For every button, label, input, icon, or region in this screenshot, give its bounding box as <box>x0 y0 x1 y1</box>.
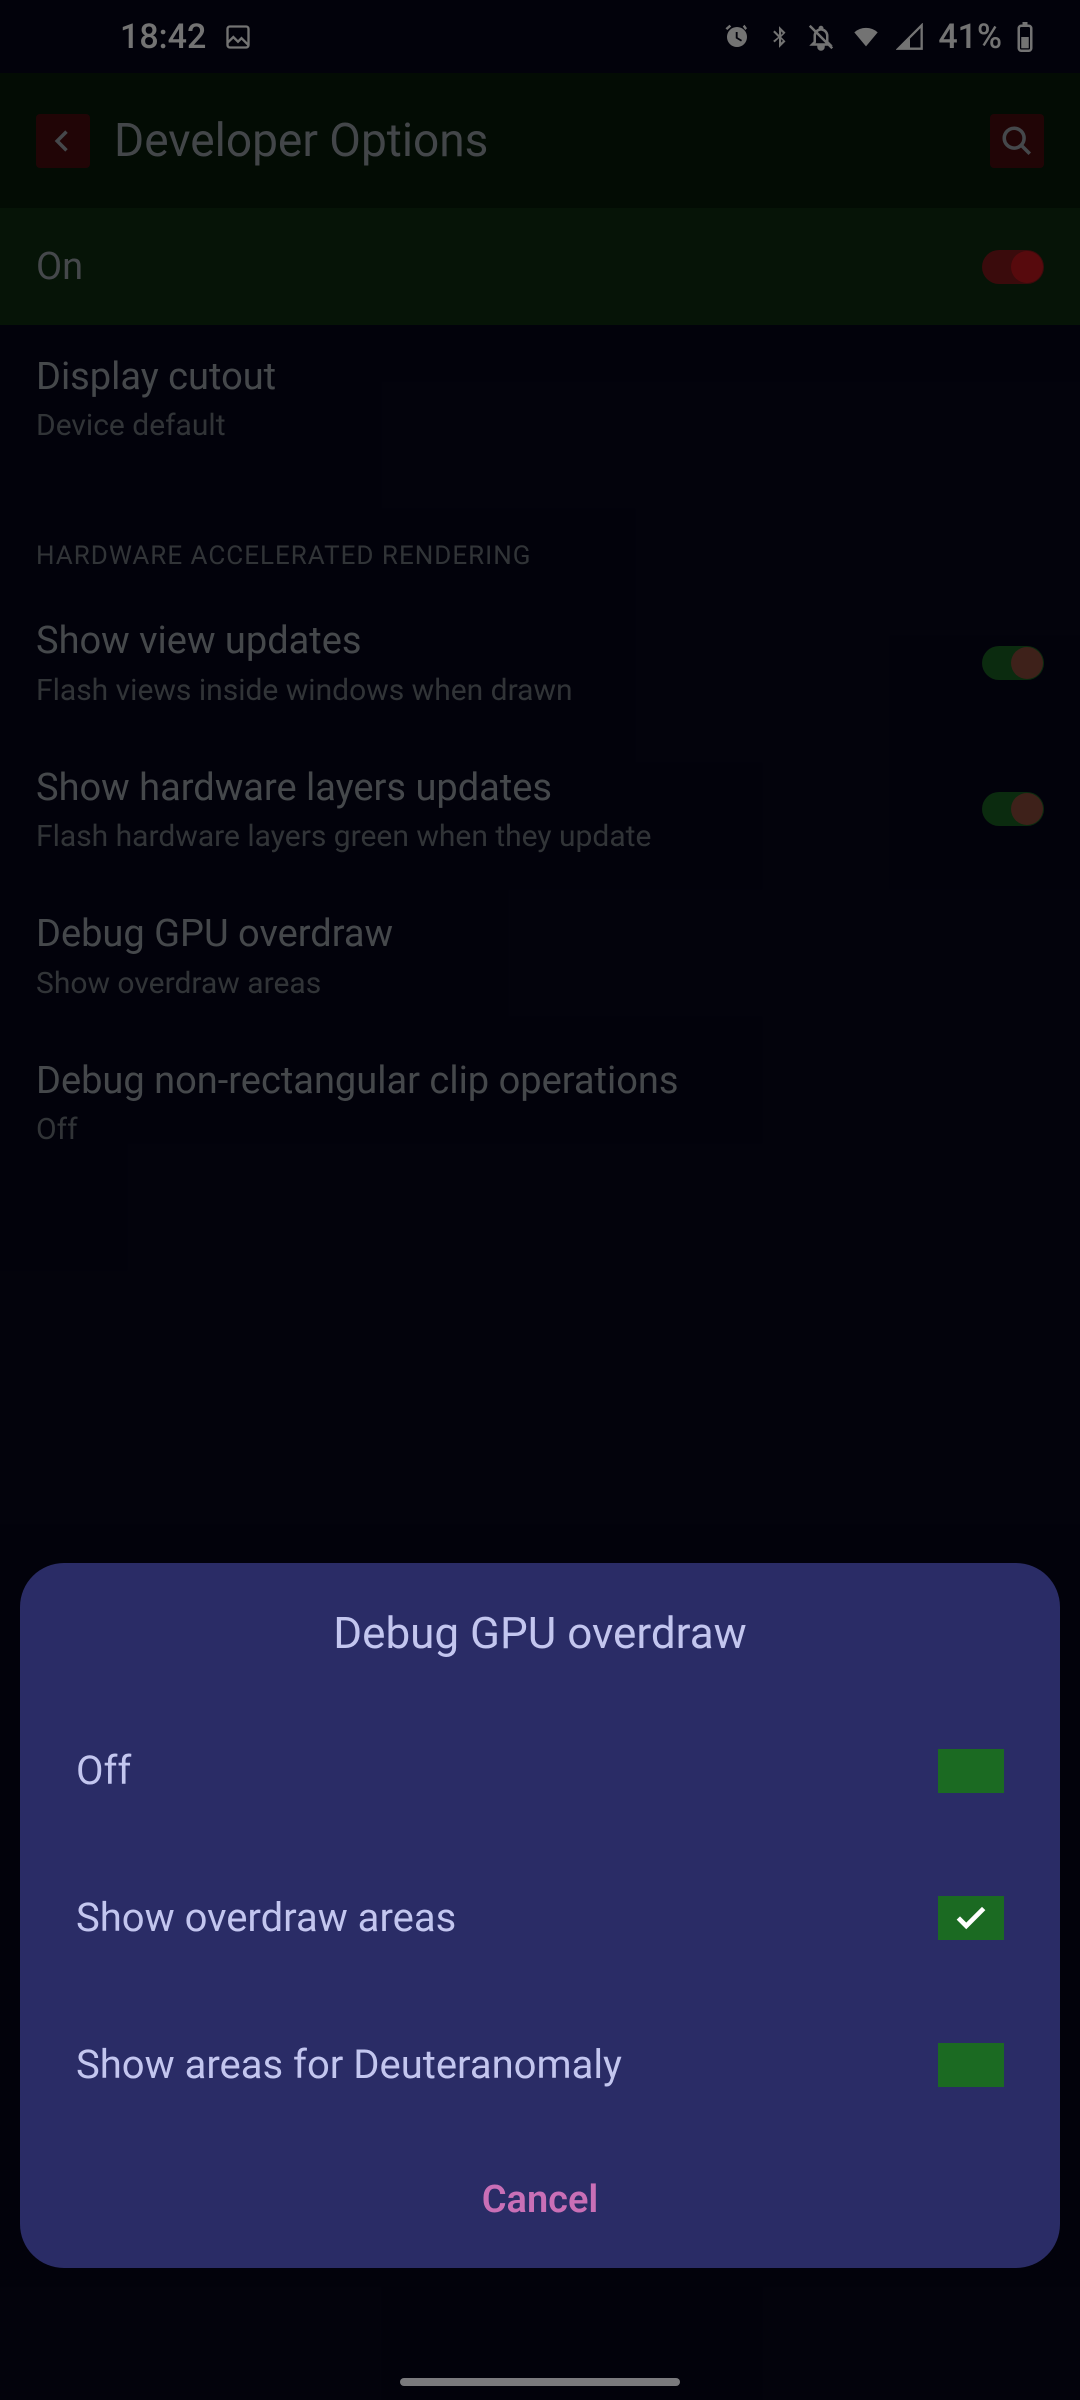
dialog-option-deuteranomaly[interactable]: Show areas for Deuteranomaly <box>20 1991 1060 2138</box>
check-icon <box>952 1899 990 1937</box>
nav-bar-indicator[interactable] <box>400 2378 680 2386</box>
dialog-option-label: Show areas for Deuteranomaly <box>76 2041 622 2088</box>
dialog-option-off[interactable]: Off <box>20 1697 1060 1844</box>
dialog-title: Debug GPU overdraw <box>20 1607 1060 1659</box>
dialog-debug-gpu-overdraw: Debug GPU overdraw Off Show overdraw are… <box>20 1563 1060 2268</box>
dialog-option-checkbox <box>938 1749 1004 1793</box>
dialog-option-checkbox-selected <box>938 1896 1004 1940</box>
dialog-option-label: Off <box>76 1747 131 1794</box>
dialog-cancel-button[interactable]: Cancel <box>20 2138 1060 2268</box>
dialog-option-checkbox <box>938 2043 1004 2087</box>
dialog-option-label: Show overdraw areas <box>76 1894 456 1941</box>
dialog-option-show-overdraw[interactable]: Show overdraw areas <box>20 1844 1060 1991</box>
